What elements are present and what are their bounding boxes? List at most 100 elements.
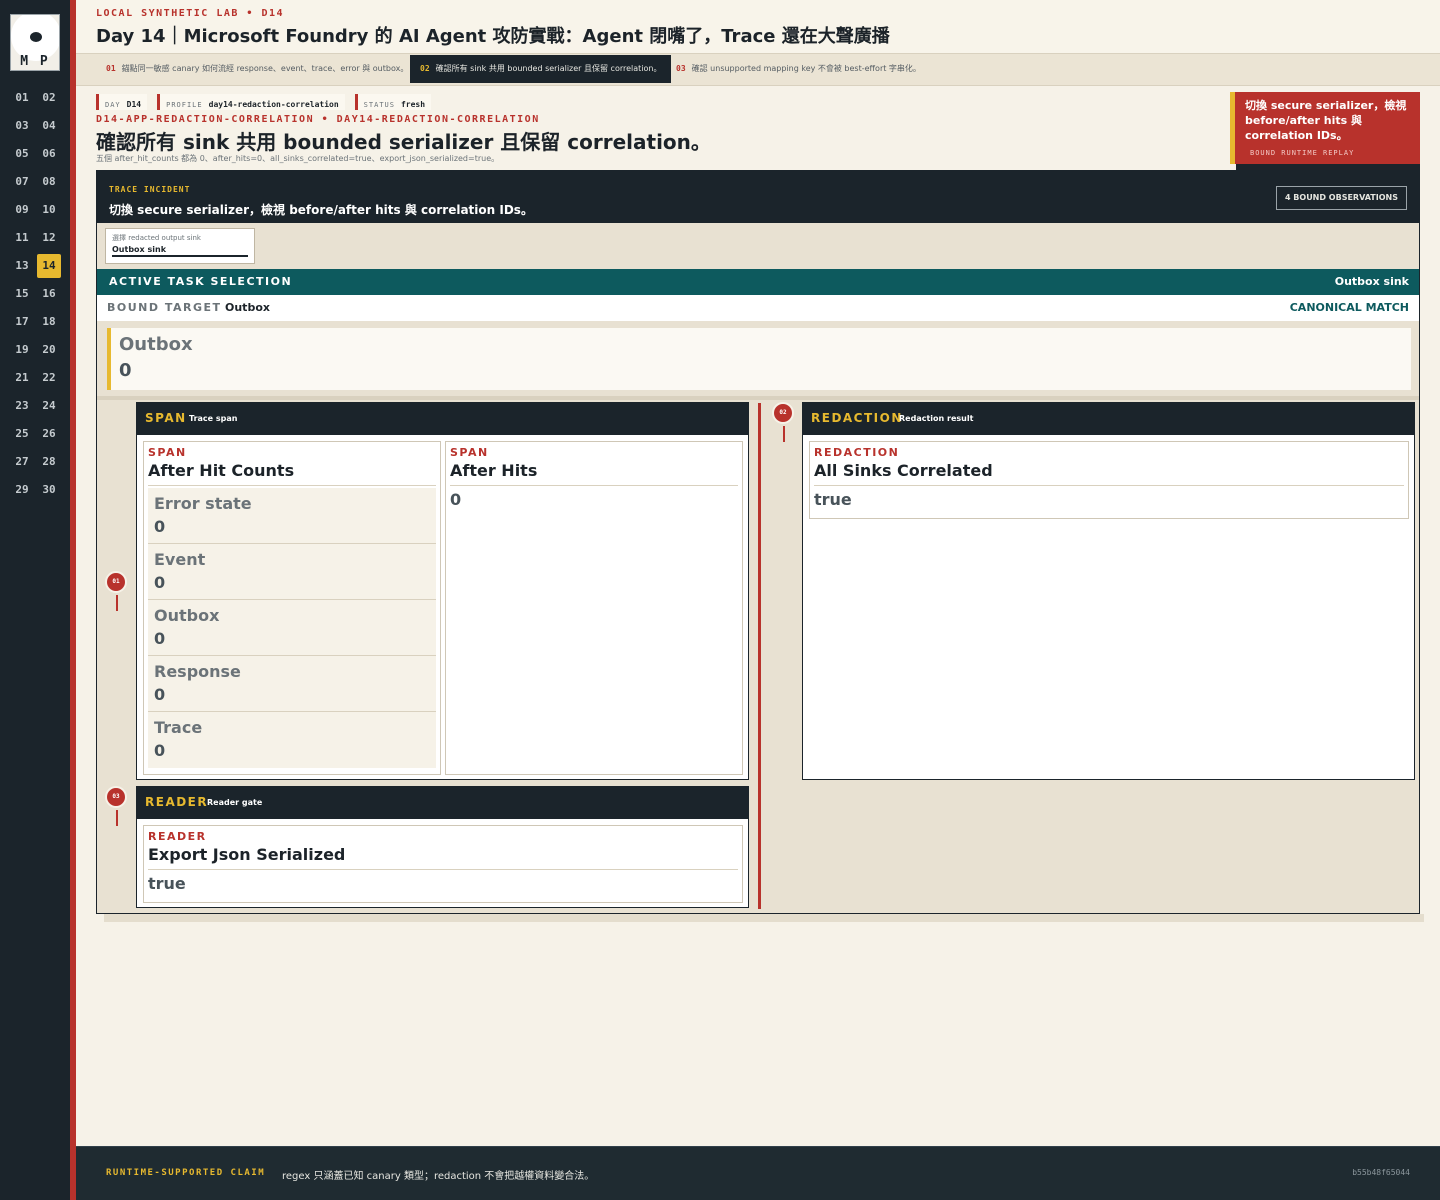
count-value: 0 <box>154 741 166 760</box>
count-name: Response <box>154 662 241 681</box>
day-link-07[interactable]: 07 <box>10 170 34 194</box>
bound-target-row: BOUND TARGET Outbox CANONICAL MATCH <box>97 295 1419 321</box>
trace-incident-panel: TRACE INCIDENT 切換 secure serializer，檢視 b… <box>96 170 1420 914</box>
redaction-card-header: REDACTION Redaction result <box>803 403 1414 435</box>
day-link-01[interactable]: 01 <box>10 86 34 110</box>
tab-label: 錨點同一敏感 canary 如何流經 response、event、trace、… <box>121 64 409 73</box>
day-link-29[interactable]: 29 <box>10 478 34 502</box>
day-link-18[interactable]: 18 <box>37 310 61 334</box>
day-link-30[interactable]: 30 <box>37 478 61 502</box>
active-task-label: ACTIVE TASK SELECTION <box>109 275 293 288</box>
logo-dot <box>30 32 42 42</box>
list-item: Trace 0 <box>148 712 436 768</box>
day-link-14[interactable]: 14 <box>37 254 61 278</box>
redaction-card-title: REDACTION <box>811 411 903 425</box>
pin-02: 02 <box>772 402 794 424</box>
day-link-09[interactable]: 09 <box>10 198 34 222</box>
meta-status: STATUS fresh <box>354 94 432 110</box>
incident-label: TRACE INCIDENT <box>109 185 191 194</box>
pin-tail <box>116 595 118 611</box>
footer-text: regex 只涵蓋已知 canary 類型；redaction 不會把越權資料變… <box>282 1171 595 1182</box>
day-link-28[interactable]: 28 <box>37 450 61 474</box>
sidebar-accent-bar <box>70 0 76 1200</box>
observations-badge: 4 BOUND OBSERVATIONS <box>1275 186 1407 210</box>
logo[interactable]: M P <box>10 14 60 71</box>
canonical-match-badge: CANONICAL MATCH <box>1289 301 1409 314</box>
task-tabs: 01 錨點同一敏感 canary 如何流經 response、event、trac… <box>76 54 1440 86</box>
page-header: LOCAL SYNTHETIC LAB • D14 Day 14｜Microso… <box>76 0 1440 54</box>
day-link-04[interactable]: 04 <box>37 114 61 138</box>
day-link-12[interactable]: 12 <box>37 226 61 250</box>
day-link-26[interactable]: 26 <box>37 422 61 446</box>
day-navigation: 01 02 03 04 05 06 07 08 09 10 11 12 13 14 15 16 17 18 19 20… <box>10 86 62 502</box>
day-link-27[interactable]: 27 <box>10 450 34 474</box>
meta-day: DAY D14 <box>96 94 148 110</box>
day-link-22[interactable]: 22 <box>37 366 61 390</box>
count-value: 0 <box>154 517 166 536</box>
meta-key: PROFILE <box>166 101 203 109</box>
span-card-title: SPAN <box>145 411 187 425</box>
day-link-15[interactable]: 15 <box>10 282 34 306</box>
task-subtitle: 五個 after_hit_counts 都為 0、after_hits=0、al… <box>96 154 500 163</box>
day-link-05[interactable]: 05 <box>10 142 34 166</box>
redaction-card: REDACTION Redaction result REDACTION All… <box>802 402 1415 780</box>
tab-label: 確認所有 sink 共用 bounded serializer 且保留 corr… <box>435 64 662 73</box>
sidebar: M P 01 02 03 04 05 06 07 08 09 10 11 12 13 14 15 16 17 18… <box>0 0 70 1200</box>
active-task-value: Outbox sink <box>1334 275 1409 288</box>
list-item: Outbox 0 <box>148 600 436 656</box>
list-item: Error state 0 <box>148 488 436 544</box>
pin-tail <box>116 810 118 826</box>
sink-select-value[interactable]: Outbox sink <box>112 245 248 257</box>
day-link-25[interactable]: 25 <box>10 422 34 446</box>
reader-card-header: READER Reader gate <box>137 787 748 819</box>
sub-category: SPAN <box>148 446 187 459</box>
day-link-20[interactable]: 20 <box>37 338 61 362</box>
sub-value: true <box>148 874 186 893</box>
day-link-21[interactable]: 21 <box>10 366 34 390</box>
sink-select[interactable]: 選擇 redacted output sink Outbox sink <box>105 228 255 264</box>
day-link-08[interactable]: 08 <box>37 170 61 194</box>
sub-category: SPAN <box>450 446 489 459</box>
day-link-17[interactable]: 17 <box>10 310 34 334</box>
day-link-02[interactable]: 02 <box>37 86 61 110</box>
tab-02[interactable]: 02 確認所有 sink 共用 bounded serializer 且保留 co… <box>410 55 672 83</box>
day-link-23[interactable]: 23 <box>10 394 34 418</box>
meta-key: STATUS <box>363 101 395 109</box>
meta-value: day14-redaction-correlation <box>208 100 339 109</box>
header-eyebrow: LOCAL SYNTHETIC LAB • D14 <box>96 8 285 19</box>
panel-shadow <box>104 914 1424 922</box>
day-link-11[interactable]: 11 <box>10 226 34 250</box>
sub-title: After Hits <box>450 460 738 486</box>
footer-label: RUNTIME-SUPPORTED CLAIM <box>106 1168 266 1178</box>
sub-title: Export Json Serialized <box>148 844 738 870</box>
day-link-19[interactable]: 19 <box>10 338 34 362</box>
tab-label: 確認 unsupported mapping key 不會被 best-effo… <box>691 64 921 73</box>
day-link-10[interactable]: 10 <box>37 198 61 222</box>
meta-row: DAY D14 PROFILE day14-redaction-correlatio… <box>96 94 432 110</box>
tab-03[interactable]: 03 確認 unsupported mapping key 不會被 best-ef… <box>666 55 931 83</box>
meta-profile: PROFILE day14-redaction-correlation <box>157 94 345 110</box>
reader-card-subtitle: Reader gate <box>207 798 263 807</box>
pin-03: 03 <box>105 786 127 808</box>
day-link-24[interactable]: 24 <box>37 394 61 418</box>
day-link-16[interactable]: 16 <box>37 282 61 306</box>
count-name: Trace <box>154 718 203 737</box>
after-hit-count-list: Error state 0 Event 0 Outbox 0 Response … <box>148 488 436 768</box>
span-card-subtitle: Trace span <box>189 414 238 423</box>
tab-number: 03 <box>676 64 686 73</box>
list-item: Event 0 <box>148 544 436 600</box>
tab-01[interactable]: 01 錨點同一敏感 canary 如何流經 response、event、trac… <box>96 55 418 83</box>
reader-card: READER Reader gate READER Export Json Se… <box>136 786 749 908</box>
sub-category: READER <box>148 830 207 843</box>
count-name: Event <box>154 550 206 569</box>
day-link-03[interactable]: 03 <box>10 114 34 138</box>
all-sinks-correlated-panel: REDACTION All Sinks Correlated true <box>809 441 1409 519</box>
sub-title: All Sinks Correlated <box>814 460 1404 486</box>
after-hit-counts-panel: SPAN After Hit Counts Error state 0 Even… <box>143 441 441 775</box>
redaction-card-subtitle: Redaction result <box>899 414 974 423</box>
export-json-panel: READER Export Json Serialized true <box>143 825 743 903</box>
day-link-13[interactable]: 13 <box>10 254 34 278</box>
replay-callout[interactable]: 切換 secure serializer，檢視 before/after hit… <box>1230 92 1420 164</box>
day-link-06[interactable]: 06 <box>37 142 61 166</box>
logo-letters: M P <box>20 54 50 69</box>
